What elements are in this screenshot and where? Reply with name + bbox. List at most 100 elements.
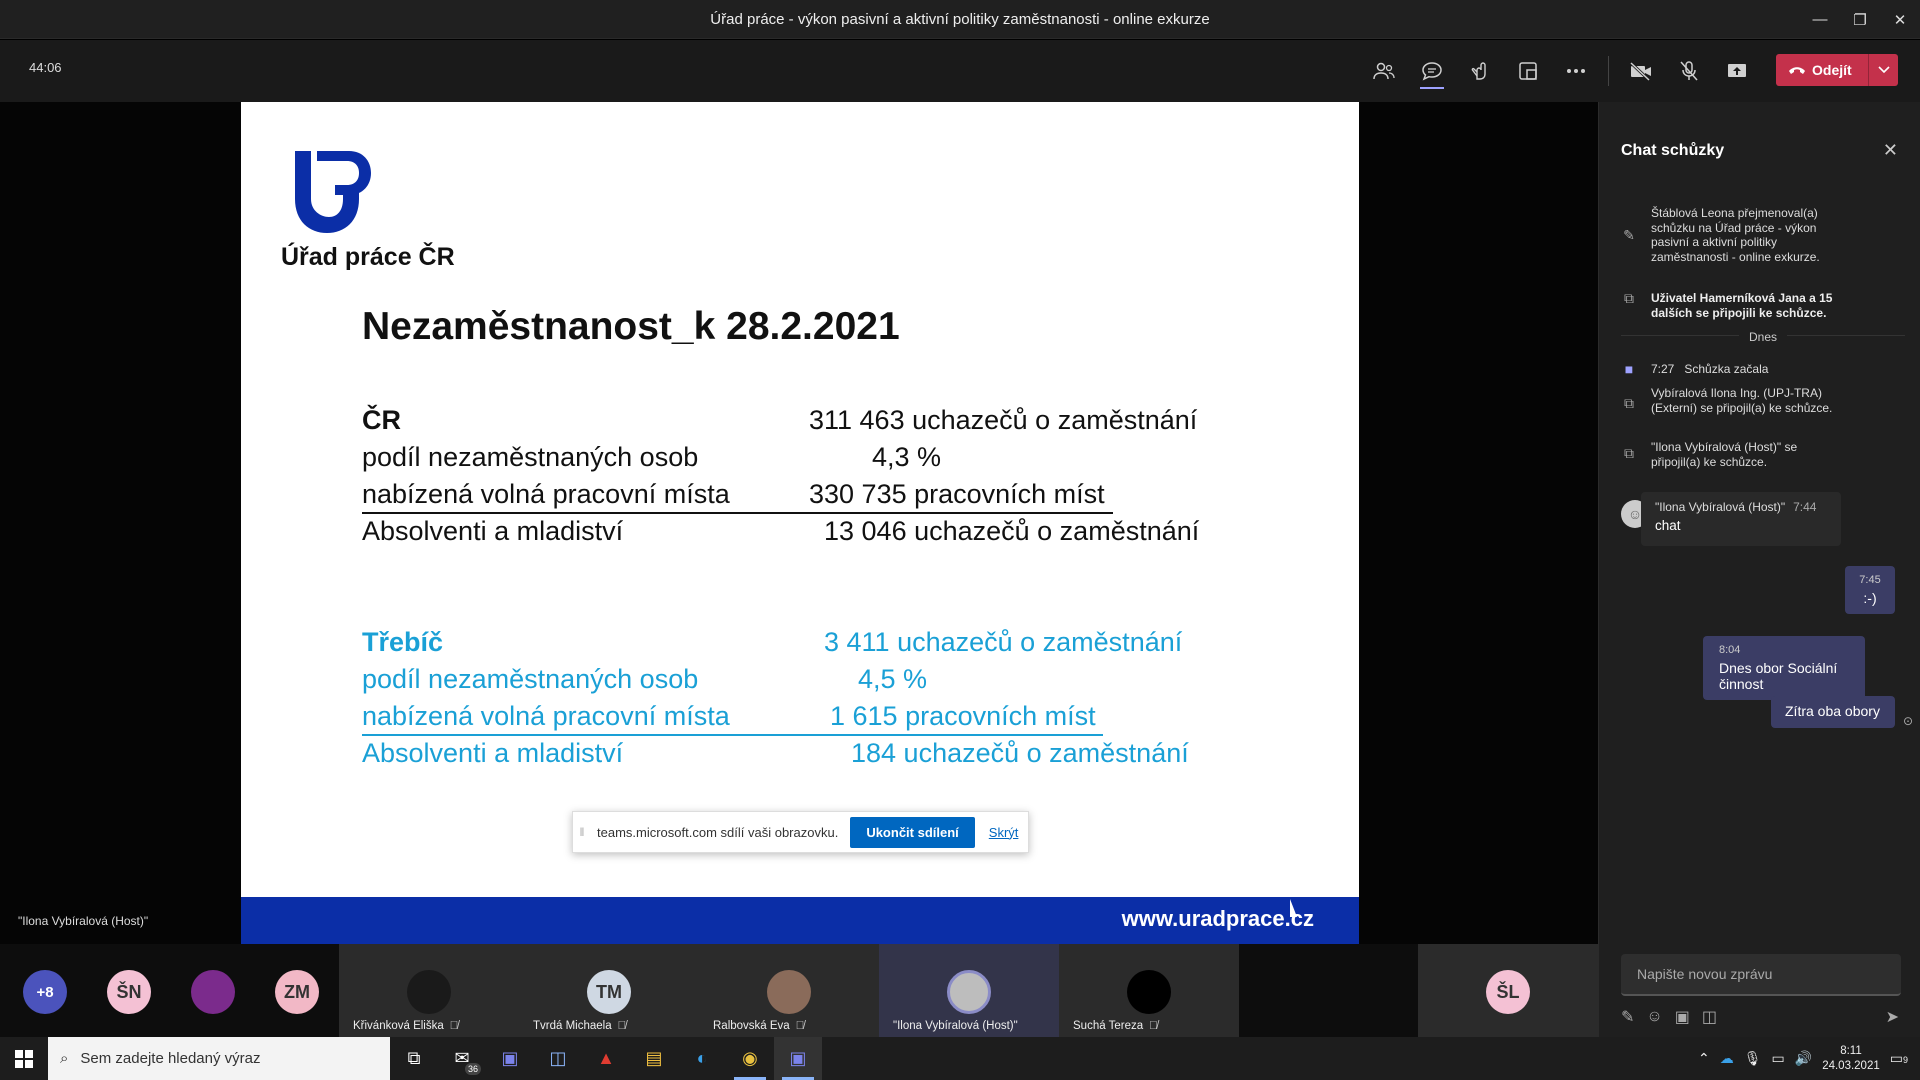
cr-share-label: podíl nezaměstnaných osob bbox=[362, 442, 699, 472]
edge-icon[interactable]: ◐ bbox=[678, 1037, 726, 1080]
avatar[interactable]: ZM bbox=[275, 970, 319, 1014]
participant-tile-speaking[interactable]: "Ilona Vybíralová (Host)" bbox=[879, 944, 1059, 1037]
slide-footer-bar: www.uradprace.cz bbox=[241, 897, 1359, 944]
gif-icon[interactable]: ▣ bbox=[1675, 1007, 1690, 1027]
participant-name: Tvrdá Michaela bbox=[533, 1020, 612, 1032]
avatar bbox=[407, 970, 451, 1014]
leave-options-chevron-icon[interactable] bbox=[1868, 54, 1898, 86]
join-icon: ⧉ bbox=[1624, 445, 1634, 461]
file-explorer-icon[interactable]: ▤ bbox=[630, 1037, 678, 1080]
share-screen-icon[interactable] bbox=[1713, 50, 1761, 92]
avatar: ŠL bbox=[1486, 970, 1530, 1014]
avatar[interactable]: ŠN bbox=[107, 970, 151, 1014]
volume-icon[interactable]: 🔊 bbox=[1795, 1050, 1812, 1067]
participant-tile[interactable]: Suchá Tereza 🎙̸ bbox=[1059, 944, 1239, 1037]
video-camera-icon: ■ bbox=[1624, 361, 1634, 377]
stop-sharing-button[interactable]: Ukončit sdílení bbox=[850, 816, 975, 848]
microphone-icon[interactable]: 🎙 bbox=[1744, 1050, 1762, 1067]
chat-title: Chat schůzky bbox=[1621, 142, 1725, 159]
trebic-underline bbox=[362, 734, 1103, 736]
cr-graduates-label: Absolventi a mladiství bbox=[362, 516, 624, 546]
close-window-button[interactable]: ✕ bbox=[1880, 0, 1920, 39]
message-time: 8:04 bbox=[1719, 644, 1741, 656]
participant-tile[interactable]: TM Tvrdá Michaela 🎙̸ bbox=[519, 944, 699, 1037]
camera-off-icon[interactable] bbox=[1617, 50, 1665, 92]
leave-label: Odejít bbox=[1812, 62, 1852, 78]
participants-strip: +8 ŠN ZM Křivánková Eliška 🎙̸ TM Tvrdá Mi… bbox=[0, 944, 1598, 1037]
title-bar: Úřad práce - výkon pasivní a aktivní pol… bbox=[0, 0, 1920, 39]
rooms-icon[interactable] bbox=[1504, 50, 1552, 92]
participant-tile[interactable]: ŠL bbox=[1418, 944, 1598, 1037]
slide-title: Nezaměstnanost_k 28.2.2021 bbox=[362, 305, 900, 348]
message-time: 7:45 bbox=[1859, 574, 1881, 586]
windows-start-icon[interactable] bbox=[0, 1037, 48, 1080]
acrobat-icon[interactable]: ▲ bbox=[582, 1037, 630, 1080]
message-text: chat bbox=[1655, 518, 1681, 533]
avatar: TM bbox=[587, 970, 631, 1014]
participants-icon[interactable] bbox=[1360, 50, 1408, 92]
onedrive-icon[interactable]: ☁ bbox=[1720, 1050, 1734, 1067]
taskbar-search-input[interactable]: ⌕ Sem zadejte hledaný výraz bbox=[48, 1037, 390, 1080]
trebic-value: 3 411 uchazečů o zaměstnání bbox=[824, 627, 1183, 657]
trebic-share-value: 4,5 % bbox=[858, 664, 928, 694]
search-icon: ⌕ bbox=[60, 1050, 69, 1067]
message-text: :-) bbox=[1863, 590, 1877, 606]
emoji-icon[interactable]: ☺ bbox=[1646, 1008, 1662, 1026]
teams-active-icon[interactable]: ▣ bbox=[774, 1037, 822, 1080]
uradprace-logo-mark bbox=[295, 151, 371, 233]
leave-button[interactable]: Odejít bbox=[1776, 54, 1898, 86]
message-input[interactable]: Napište novou zprávu bbox=[1621, 954, 1901, 996]
outgoing-message[interactable]: 8:04 Dnes obor Sociální činnost bbox=[1703, 636, 1865, 700]
avatar[interactable] bbox=[191, 970, 235, 1014]
mic-muted-icon[interactable] bbox=[1665, 50, 1713, 92]
reactions-icon[interactable] bbox=[1456, 50, 1504, 92]
message-text: Dnes obor Sociální činnost bbox=[1719, 660, 1838, 692]
participant-name: "Ilona Vybíralová (Host)" bbox=[893, 1020, 1018, 1032]
close-chat-icon[interactable]: ✕ bbox=[1883, 140, 1898, 161]
outgoing-message[interactable]: 7:45 :-) bbox=[1845, 566, 1895, 614]
mic-muted-icon: 🎙̸ bbox=[617, 1020, 627, 1032]
message-text: Zítra oba obory bbox=[1785, 703, 1880, 719]
minimize-button[interactable]: — bbox=[1800, 0, 1840, 39]
mail-badge: 36 bbox=[464, 1063, 481, 1075]
chrome-icon[interactable]: ◉ bbox=[726, 1037, 774, 1080]
compose-toolbar: ✎ ☺ ▣ ◫ ➤ bbox=[1621, 1002, 1901, 1032]
day-label: Dnes bbox=[1738, 330, 1787, 344]
day-separator: Dnes bbox=[1621, 330, 1905, 354]
teams-icon[interactable]: ▣ bbox=[486, 1037, 534, 1080]
mail-icon[interactable]: ✉ 36 bbox=[438, 1037, 486, 1080]
chat-event-rename: ✎ Štáblová Leona přejmenoval(a) schůzku … bbox=[1619, 206, 1841, 264]
overflow-participants-button[interactable]: +8 bbox=[23, 970, 67, 1014]
notifications-badge: 9 bbox=[1902, 1055, 1908, 1065]
trebic-vacancies-label: nabízená volná pracovní místa bbox=[362, 701, 730, 731]
cr-value: 311 463 uchazečů o zaměstnání bbox=[809, 405, 1198, 435]
hide-link[interactable]: Skrýt bbox=[989, 825, 1019, 840]
drag-handle-icon[interactable]: ‖ bbox=[573, 825, 591, 839]
format-icon[interactable]: ✎ bbox=[1621, 1007, 1634, 1027]
chat-event-meeting-started: ■ 7:27 Schůzka začala bbox=[1619, 362, 1841, 377]
restore-button[interactable]: ❐ bbox=[1840, 0, 1880, 39]
outgoing-message[interactable]: Zítra oba obory bbox=[1771, 696, 1895, 728]
more-options-icon[interactable] bbox=[1552, 50, 1600, 92]
notifications-icon[interactable]: ▭9 bbox=[1890, 1050, 1908, 1067]
org-name: Úřad práce ČR bbox=[281, 243, 455, 271]
event-text: "Ilona Vybíralová (Host)" se připojil(a)… bbox=[1651, 440, 1798, 469]
network-icon[interactable]: ▭ bbox=[1772, 1050, 1785, 1067]
chevron-up-icon[interactable]: ⌃ bbox=[1698, 1050, 1710, 1067]
task-view-icon[interactable]: ⧉ bbox=[390, 1037, 438, 1080]
read-receipt-icon: ⊙ bbox=[1903, 714, 1914, 728]
cr-vacancies-value: 330 735 pracovních míst bbox=[809, 479, 1105, 509]
chat-panel: Chat schůzky ✕ ✎ Štáblová Leona přejmeno… bbox=[1598, 102, 1920, 1037]
participant-tile[interactable]: Křivánková Eliška 🎙̸ bbox=[339, 944, 519, 1037]
taskbar-clock[interactable]: 8:11 24.03.2021 bbox=[1822, 1044, 1880, 1074]
message-time: 7:44 bbox=[1793, 500, 1817, 514]
uradprace-logo: Úřad práce ČR bbox=[281, 147, 455, 271]
chat-icon[interactable] bbox=[1408, 50, 1456, 92]
incoming-message[interactable]: "Ilona Vybíralová (Host)" 7:44 chat bbox=[1641, 492, 1841, 546]
send-icon[interactable]: ➤ bbox=[1886, 1007, 1899, 1027]
network-drive-icon[interactable]: ◫ bbox=[534, 1037, 582, 1080]
sticker-icon[interactable]: ◫ bbox=[1702, 1007, 1717, 1027]
chat-event-join: ⧉ Vybíralová Ilona Ing. (UPJ-TRA) (Exter… bbox=[1619, 386, 1841, 415]
participant-tile[interactable]: Ralbovská Eva 🎙̸ bbox=[699, 944, 879, 1037]
shared-screen-stage: Úřad práce ČR Nezaměstnanost_k 28.2.2021… bbox=[0, 102, 1598, 944]
